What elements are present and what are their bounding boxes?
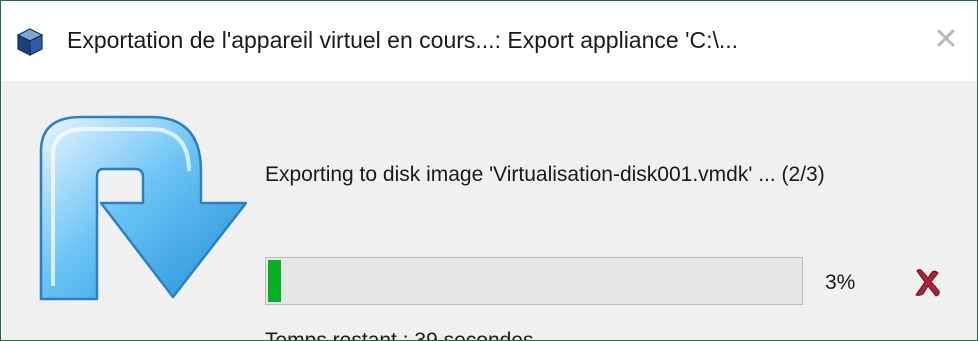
time-remaining-text: Temps restant : 39 secondes — [265, 329, 534, 341]
cancel-button[interactable] — [911, 267, 943, 299]
close-button[interactable]: ✕ — [929, 23, 963, 57]
progress-percent: 3% — [825, 271, 856, 294]
cancel-x-icon — [911, 269, 943, 303]
export-status-text: Exporting to disk image 'Virtualisation-… — [265, 163, 825, 186]
close-icon: ✕ — [933, 23, 959, 56]
window-title: Exportation de l'appareil virtuel en cou… — [67, 27, 739, 53]
export-arrow-icon — [31, 111, 251, 301]
progress-fill — [268, 260, 281, 302]
dialog-body: Exporting to disk image 'Virtualisation-… — [1, 81, 977, 340]
progress-dialog-window: Exportation de l'appareil virtuel en cou… — [0, 0, 978, 341]
export-progress-bar — [265, 257, 803, 305]
virtualbox-cube-icon — [15, 27, 45, 57]
title-bar: Exportation de l'appareil virtuel en cou… — [1, 1, 977, 81]
